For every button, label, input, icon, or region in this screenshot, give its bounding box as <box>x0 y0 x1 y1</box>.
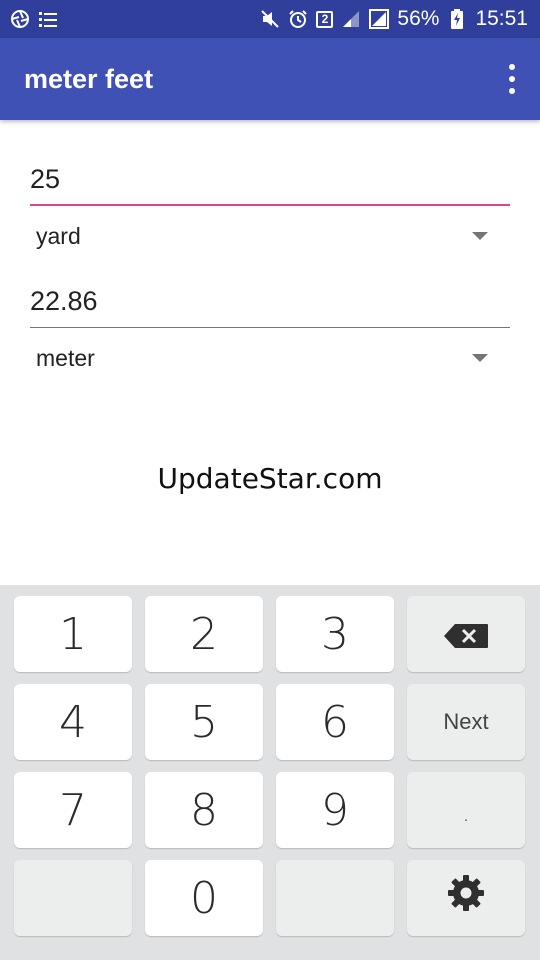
alarm-icon <box>288 9 308 29</box>
chevron-down-icon <box>472 232 488 240</box>
keyboard-settings-button[interactable] <box>407 860 525 936</box>
overflow-menu-icon[interactable] <box>504 64 520 94</box>
input-unit-label: yard <box>36 222 81 249</box>
signal-icon <box>341 9 361 29</box>
output-unit-dropdown[interactable]: meter <box>30 336 510 380</box>
clock: 15:51 <box>475 7 528 30</box>
key-4[interactable]: 4 <box>14 684 132 760</box>
key-9[interactable]: 9 <box>276 772 394 848</box>
battery-charging-icon <box>447 9 467 29</box>
status-bar: 2 56% 15:51 <box>0 0 540 38</box>
backspace-button[interactable] <box>407 596 525 672</box>
decimal-point-button[interactable]: . <box>407 772 525 848</box>
next-button[interactable]: Next <box>407 684 525 760</box>
next-label: Next <box>443 709 489 734</box>
aperture-icon <box>10 9 30 29</box>
gear-icon <box>446 873 486 924</box>
signal-icon <box>369 9 390 29</box>
dot-label: . <box>461 798 471 828</box>
key-8[interactable]: 8 <box>145 772 263 848</box>
empty-key <box>276 860 394 936</box>
output-value-field[interactable]: 22.86 <box>30 276 510 328</box>
status-bar-right: 2 56% 15:51 <box>260 7 528 31</box>
overflow-dot <box>509 64 515 70</box>
status-bar-left <box>10 9 58 29</box>
mute-icon <box>260 9 280 29</box>
output-unit-label: meter <box>36 344 95 371</box>
empty-key <box>14 860 132 936</box>
key-6[interactable]: 6 <box>276 684 394 760</box>
key-5[interactable]: 5 <box>145 684 263 760</box>
backspace-icon <box>443 609 489 660</box>
key-0[interactable]: 0 <box>145 860 263 936</box>
input-unit-dropdown[interactable]: yard <box>30 214 510 258</box>
input-value-field[interactable]: 25 <box>30 154 510 206</box>
key-2[interactable]: 2 <box>145 596 263 672</box>
sim-badge-icon: 2 <box>316 10 334 28</box>
numeric-keyboard: 1 2 3 4 5 6 Next 7 8 9 . 0 <box>0 585 540 960</box>
overflow-dot <box>509 76 515 82</box>
overflow-dot <box>509 88 515 94</box>
chevron-down-icon <box>472 354 488 362</box>
battery-percent: 56% <box>397 7 440 30</box>
key-7[interactable]: 7 <box>14 772 132 848</box>
key-3[interactable]: 3 <box>276 596 394 672</box>
key-1[interactable]: 1 <box>14 596 132 672</box>
page-title: meter feet <box>24 63 154 94</box>
list-icon <box>38 9 58 29</box>
watermark: UpdateStar.com <box>157 462 383 495</box>
app-bar: meter feet <box>0 38 540 120</box>
